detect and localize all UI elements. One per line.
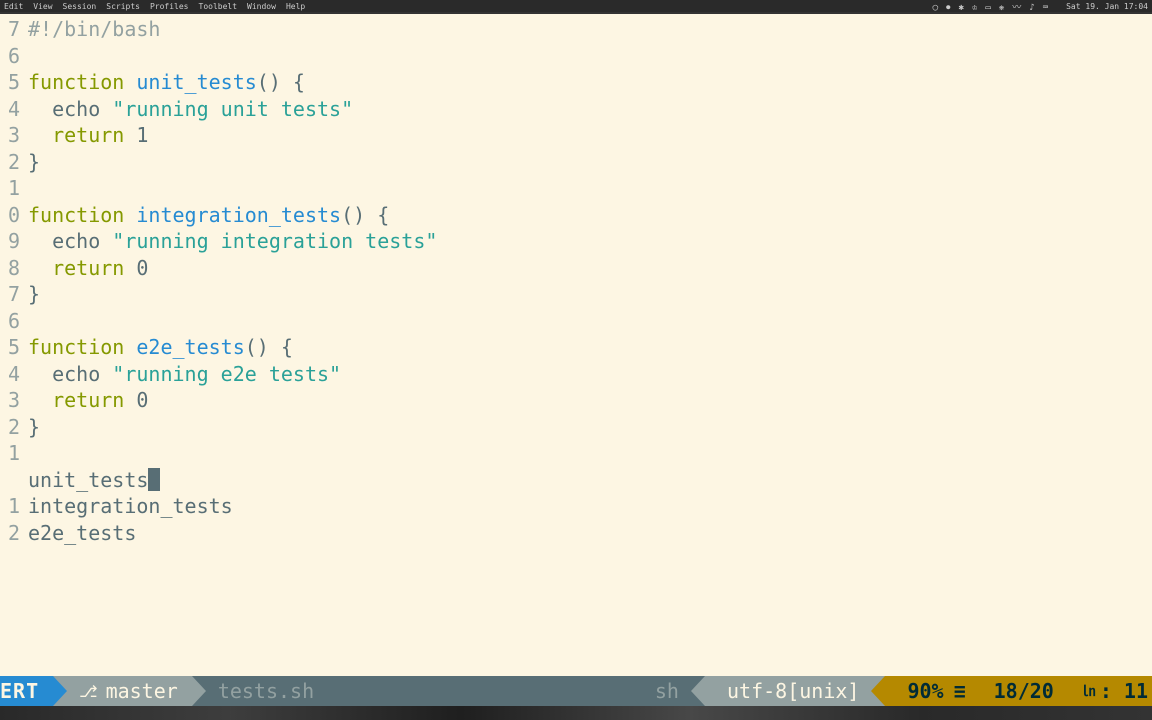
- code-area[interactable]: #!/bin/bash function unit_tests() { echo …: [24, 14, 1152, 686]
- line-number: 6: [0, 43, 20, 70]
- git-branch-segment: ⎇ master: [53, 676, 192, 706]
- mac-menubar: Edit View Session Scripts Profiles Toolbelt Wi…: [0, 0, 1152, 12]
- code-line[interactable]: function e2e_tests() {: [28, 334, 1152, 361]
- status-icon[interactable]: ◯: [933, 3, 938, 13]
- code-line[interactable]: }: [28, 149, 1152, 176]
- code-line[interactable]: function unit_tests() {: [28, 69, 1152, 96]
- line-number: 7: [0, 281, 20, 308]
- percent-segment: 90% ≡: [885, 676, 979, 706]
- line-number: 1: [0, 493, 20, 520]
- menu-item-toolbelt[interactable]: Toolbelt: [199, 2, 238, 11]
- editor[interactable]: 76543210987654321 12 #!/bin/bashfunction…: [0, 14, 1152, 686]
- code-line[interactable]: [28, 440, 1152, 467]
- status-icon[interactable]: ⏺: [946, 3, 951, 13]
- code-line[interactable]: echo "running integration tests": [28, 228, 1152, 255]
- line-number: 4: [0, 96, 20, 123]
- code-line[interactable]: e2e_tests: [28, 520, 1152, 547]
- status-icon[interactable]: 〰: [1012, 3, 1021, 13]
- status-icon[interactable]: ❋: [999, 3, 1004, 13]
- line-number: 3: [0, 122, 20, 149]
- statusbar: ERT ⎇ master tests.sh sh utf-8[unix] 90%…: [0, 676, 1152, 706]
- text-cursor: [148, 468, 160, 491]
- encoding-segment: utf-8[unix]: [705, 676, 885, 706]
- menu-item-view[interactable]: View: [33, 2, 52, 11]
- line-number: 9: [0, 228, 20, 255]
- status-icon[interactable]: ▭: [985, 3, 990, 13]
- line-number: 2: [0, 149, 20, 176]
- mode-segment: ERT: [0, 676, 53, 706]
- line-number: 8: [0, 255, 20, 282]
- hamburger-icon: ≡: [954, 679, 966, 703]
- branch-icon: ⎇: [79, 682, 97, 701]
- code-line[interactable]: return 1: [28, 122, 1152, 149]
- code-line[interactable]: unit_tests: [28, 467, 1152, 494]
- status-icon[interactable]: ✱: [959, 3, 964, 13]
- column-segment: ㏑ : 11: [1068, 676, 1152, 706]
- percent-value: 90%: [907, 679, 943, 703]
- line-number: 5: [0, 334, 20, 361]
- code-line[interactable]: function integration_tests() {: [28, 202, 1152, 229]
- line-number: 4: [0, 361, 20, 388]
- line-number: [0, 467, 20, 494]
- code-line[interactable]: [28, 175, 1152, 202]
- code-line[interactable]: [28, 308, 1152, 335]
- menu-item-profiles[interactable]: Profiles: [150, 2, 189, 11]
- code-line[interactable]: echo "running e2e tests": [28, 361, 1152, 388]
- desktop-strip: [0, 706, 1152, 720]
- menubar-right: ◯ ⏺ ✱ ♔ ▭ ❋ 〰 ♪ ⌨ Sat 19. Jan 17:04: [933, 0, 1148, 13]
- code-line[interactable]: }: [28, 414, 1152, 441]
- statusbar-filler: [328, 676, 641, 706]
- line-number: 3: [0, 387, 20, 414]
- line-number: 5: [0, 69, 20, 96]
- code-line[interactable]: #!/bin/bash: [28, 16, 1152, 43]
- line-number: 2: [0, 520, 20, 547]
- menu-item-scripts[interactable]: Scripts: [106, 2, 140, 11]
- code-line[interactable]: }: [28, 281, 1152, 308]
- status-icon[interactable]: ♔: [972, 3, 977, 13]
- status-icon[interactable]: ⌨: [1043, 3, 1048, 13]
- code-line[interactable]: integration_tests: [28, 493, 1152, 520]
- code-line[interactable]: [28, 43, 1152, 70]
- line-number: 1: [0, 440, 20, 467]
- line-number: 6: [0, 308, 20, 335]
- branch-name: master: [106, 679, 178, 703]
- status-icon[interactable]: ♪: [1029, 3, 1034, 13]
- line-number: 0: [0, 202, 20, 229]
- line-number: 7: [0, 16, 20, 43]
- code-line[interactable]: echo "running unit tests": [28, 96, 1152, 123]
- menubar-clock: Sat 19. Jan 17:04: [1066, 2, 1148, 11]
- filename-segment: tests.sh: [192, 676, 328, 706]
- code-line[interactable]: return 0: [28, 255, 1152, 282]
- ln-icon: ㏑: [1082, 681, 1096, 701]
- menubar-left: Edit View Session Scripts Profiles Toolbelt Wi…: [4, 2, 305, 11]
- code-line[interactable]: return 0: [28, 387, 1152, 414]
- column-value: : 11: [1100, 679, 1148, 703]
- line-number: 2: [0, 414, 20, 441]
- line-number: 1: [0, 175, 20, 202]
- position-segment: 18/20: [980, 676, 1068, 706]
- menu-item-session[interactable]: Session: [63, 2, 97, 11]
- menu-item-edit[interactable]: Edit: [4, 2, 23, 11]
- line-gutter: 76543210987654321 12: [0, 14, 24, 686]
- menu-item-window[interactable]: Window: [247, 2, 276, 11]
- menu-item-help[interactable]: Help: [286, 2, 305, 11]
